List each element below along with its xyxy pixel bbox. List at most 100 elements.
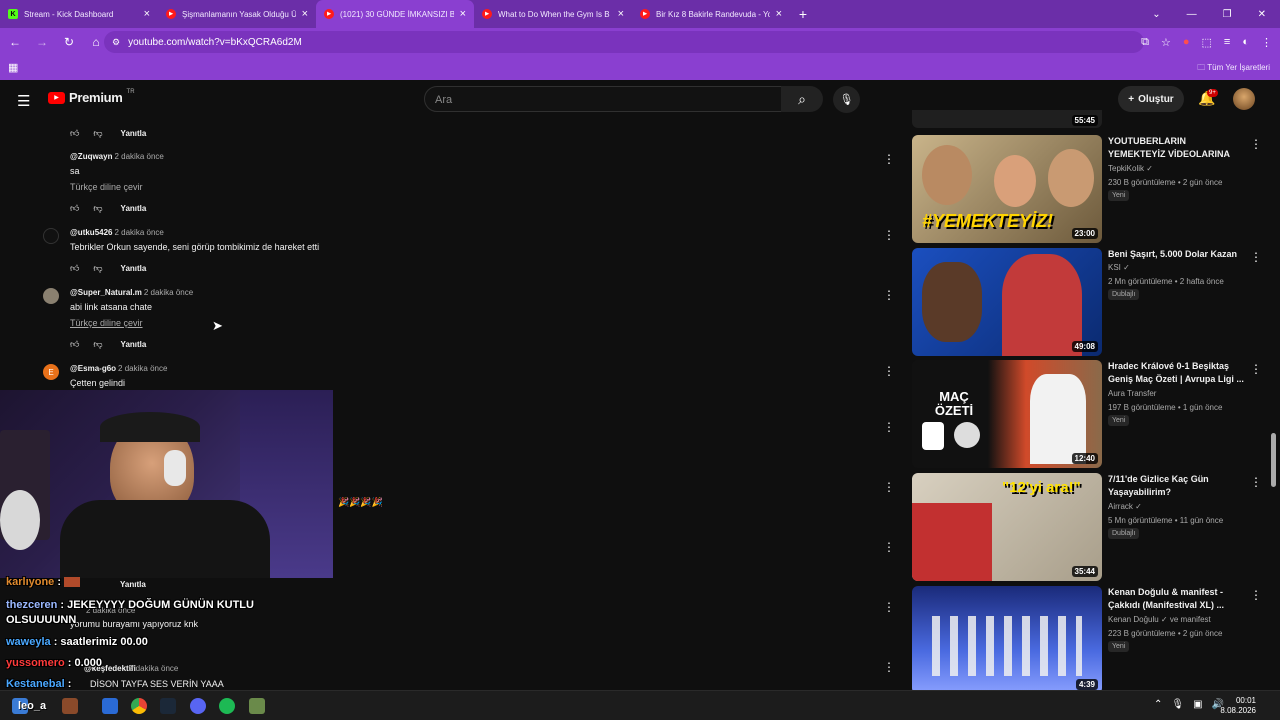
translate-link[interactable]: Türkçe diline çevir xyxy=(70,318,143,328)
channel-name[interactable]: Aura Transfer xyxy=(1108,389,1156,398)
chrome-icon[interactable] xyxy=(131,698,147,714)
close-icon[interactable]: × xyxy=(302,8,308,20)
recommended-video[interactable]: 55:45 xyxy=(912,110,1272,128)
close-icon[interactable]: × xyxy=(460,8,466,20)
video-more-icon[interactable]: ⋮ xyxy=(1250,137,1262,151)
dislike-icon[interactable]: 👎︎ xyxy=(93,128,102,139)
dislike-icon[interactable]: 👎︎ xyxy=(93,263,102,274)
scrollbar-thumb[interactable] xyxy=(1271,433,1276,487)
video-thumbnail[interactable]: 4:39 xyxy=(912,586,1102,694)
outlook-icon[interactable] xyxy=(102,698,118,714)
tab-youtube-active[interactable]: ▶ (1021) 30 GÜNDE İMKANSIZI B × xyxy=(316,0,474,28)
video-title[interactable]: Hradec Králové 0-1 Beşiktaş Geniş Maç Öz… xyxy=(1108,360,1244,386)
chevron-up-icon[interactable]: ⌃ xyxy=(1154,699,1162,710)
reply-button[interactable]: Yanıtla xyxy=(120,580,146,589)
voice-search-button[interactable]: 🎙 xyxy=(833,86,860,113)
close-icon[interactable]: × xyxy=(776,8,782,20)
reply-button[interactable]: Yanıtla xyxy=(121,129,147,138)
avatar[interactable] xyxy=(43,228,59,244)
clock[interactable]: 00:01 8.08.2026 xyxy=(1220,696,1256,716)
comment-more-icon[interactable]: ⋮ xyxy=(883,660,895,674)
app-icon[interactable] xyxy=(62,698,78,714)
youtube-logo[interactable]: ▶ Premium TR xyxy=(48,89,135,105)
recommended-video[interactable]: MAÇ ÖZETİ 12:40 Hradec Králové 0-1 Beşik… xyxy=(912,360,1272,468)
like-icon[interactable]: 👍︎ xyxy=(70,203,79,214)
dislike-icon[interactable]: 👎︎ xyxy=(93,339,102,350)
avatar[interactable] xyxy=(43,288,59,304)
recommended-video[interactable]: 4:39 Kenan Doğulu & manifest - Çakkıdı (… xyxy=(912,586,1272,694)
reload-icon[interactable]: ↻ xyxy=(57,35,81,49)
extension-icon[interactable]: ● xyxy=(1183,36,1190,48)
channel-name[interactable]: Kenan Doğulu ✓ ve manifest xyxy=(1108,615,1211,624)
comment-author[interactable]: @utku5426 xyxy=(70,228,112,237)
video-title[interactable]: Kenan Doğulu & manifest - Çakkıdı (Manif… xyxy=(1108,586,1244,612)
network-icon[interactable]: ▣ xyxy=(1193,699,1202,710)
video-title[interactable]: 7/11'de Gizlice Kaç Gün Yaşayabilirim? xyxy=(1108,473,1244,499)
steam-icon[interactable] xyxy=(160,698,176,714)
close-icon[interactable]: × xyxy=(618,8,624,20)
video-thumbnail[interactable]: #YEMEKTEYİZ! 23:00 xyxy=(912,135,1102,243)
tab-youtube-1[interactable]: ▶ Şişmanlamanın Yasak Olduğu Ü × xyxy=(158,0,316,28)
microphone-icon[interactable]: 🎙 xyxy=(1171,699,1184,710)
dislike-icon[interactable]: 👎︎ xyxy=(93,203,102,214)
recommended-video[interactable]: "12'yi ara!" 35:44 7/11'de Gizlice Kaç G… xyxy=(912,473,1272,581)
comment-more-icon[interactable]: ⋮ xyxy=(883,540,895,554)
all-bookmarks[interactable]: 🗀 Tüm Yer İşaretleri xyxy=(1197,62,1270,76)
search-input[interactable]: Ara xyxy=(424,86,782,112)
maximize-icon[interactable]: ❐ xyxy=(1223,9,1232,20)
spotify-icon[interactable] xyxy=(219,698,235,714)
media-icon[interactable]: ≡ xyxy=(1224,36,1230,48)
discord-icon[interactable] xyxy=(190,698,206,714)
channel-name[interactable]: TepkiKolik ✓ xyxy=(1108,164,1153,173)
comment-author[interactable]: @Esma-g6o xyxy=(70,364,116,373)
video-thumbnail[interactable]: 49:08 xyxy=(912,248,1102,356)
tab-youtube-4[interactable]: ▶ Bir Kız 8 Bakirle Randevuda - Yo × xyxy=(632,0,790,28)
comment-author[interactable]: @Super_Natural.m xyxy=(70,288,142,297)
reply-button[interactable]: Yanıtla xyxy=(121,264,147,273)
create-button[interactable]: + Oluştur xyxy=(1118,86,1184,112)
video-thumbnail[interactable]: MAÇ ÖZETİ 12:40 xyxy=(912,360,1102,468)
forward-icon[interactable]: → xyxy=(30,35,54,49)
hamburger-menu-icon[interactable]: ☰ xyxy=(17,92,30,110)
tab-search-icon[interactable]: ⌄ xyxy=(1152,9,1160,20)
site-info-icon[interactable]: ⚙ xyxy=(112,37,120,48)
translate-link[interactable]: Türkçe diline çevir xyxy=(70,182,143,192)
channel-name[interactable]: Airrack ✓ xyxy=(1108,502,1142,511)
comment-more-icon[interactable]: ⋮ xyxy=(883,600,895,614)
recommended-video[interactable]: 49:08 Beni Şaşırt, 5.000 Dolar Kazan KSI… xyxy=(912,248,1272,356)
comment-more-icon[interactable]: ⋮ xyxy=(883,420,895,434)
comment-more-icon[interactable]: ⋮ xyxy=(883,228,895,242)
reply-button[interactable]: Yanıtla xyxy=(121,204,147,213)
video-more-icon[interactable]: ⋮ xyxy=(1250,250,1262,264)
close-window-icon[interactable]: ✕ xyxy=(1258,9,1266,20)
comment-author[interactable]: @Zuqwayn xyxy=(70,152,112,161)
video-more-icon[interactable]: ⋮ xyxy=(1250,588,1262,602)
avatar[interactable]: E xyxy=(43,364,59,380)
comment-more-icon[interactable]: ⋮ xyxy=(883,480,895,494)
close-icon[interactable]: × xyxy=(144,8,150,20)
bookmark-star-icon[interactable]: ☆ xyxy=(1161,36,1171,49)
install-app-icon[interactable]: ⧉ xyxy=(1141,36,1149,49)
video-more-icon[interactable]: ⋮ xyxy=(1250,362,1262,376)
address-bar[interactable]: ⚙ youtube.com/watch?v=bKxQCRA6d2M xyxy=(104,31,1144,53)
comment-more-icon[interactable]: ⋮ xyxy=(883,152,895,166)
new-tab-button[interactable]: + xyxy=(790,0,816,28)
comment-more-icon[interactable]: ⋮ xyxy=(883,364,895,378)
video-thumbnail[interactable]: 55:45 xyxy=(912,110,1102,128)
search-button[interactable]: ⌕ xyxy=(781,86,823,112)
back-icon[interactable]: ← xyxy=(3,35,27,49)
like-icon[interactable]: 👍︎ xyxy=(70,128,79,139)
more-icon[interactable]: ⋮ xyxy=(1261,36,1272,49)
app-icon[interactable] xyxy=(249,698,265,714)
minimize-icon[interactable]: — xyxy=(1187,9,1197,20)
reply-button[interactable]: Yanıtla xyxy=(121,340,147,349)
tab-youtube-3[interactable]: ▶ What to Do When the Gym Is B × xyxy=(474,0,632,28)
video-more-icon[interactable]: ⋮ xyxy=(1250,475,1262,489)
puzzle-icon[interactable]: ⬚ xyxy=(1202,36,1212,49)
video-thumbnail[interactable]: "12'yi ara!" 35:44 xyxy=(912,473,1102,581)
video-title[interactable]: Beni Şaşırt, 5.000 Dolar Kazan xyxy=(1108,248,1244,261)
like-icon[interactable]: 👍︎ xyxy=(70,339,79,350)
apps-grid-icon[interactable]: ▦ xyxy=(8,61,18,74)
comment-more-icon[interactable]: ⋮ xyxy=(883,288,895,302)
recommended-video[interactable]: #YEMEKTEYİZ! 23:00 YOUTUBERLARIN YEMEKTE… xyxy=(912,135,1272,243)
